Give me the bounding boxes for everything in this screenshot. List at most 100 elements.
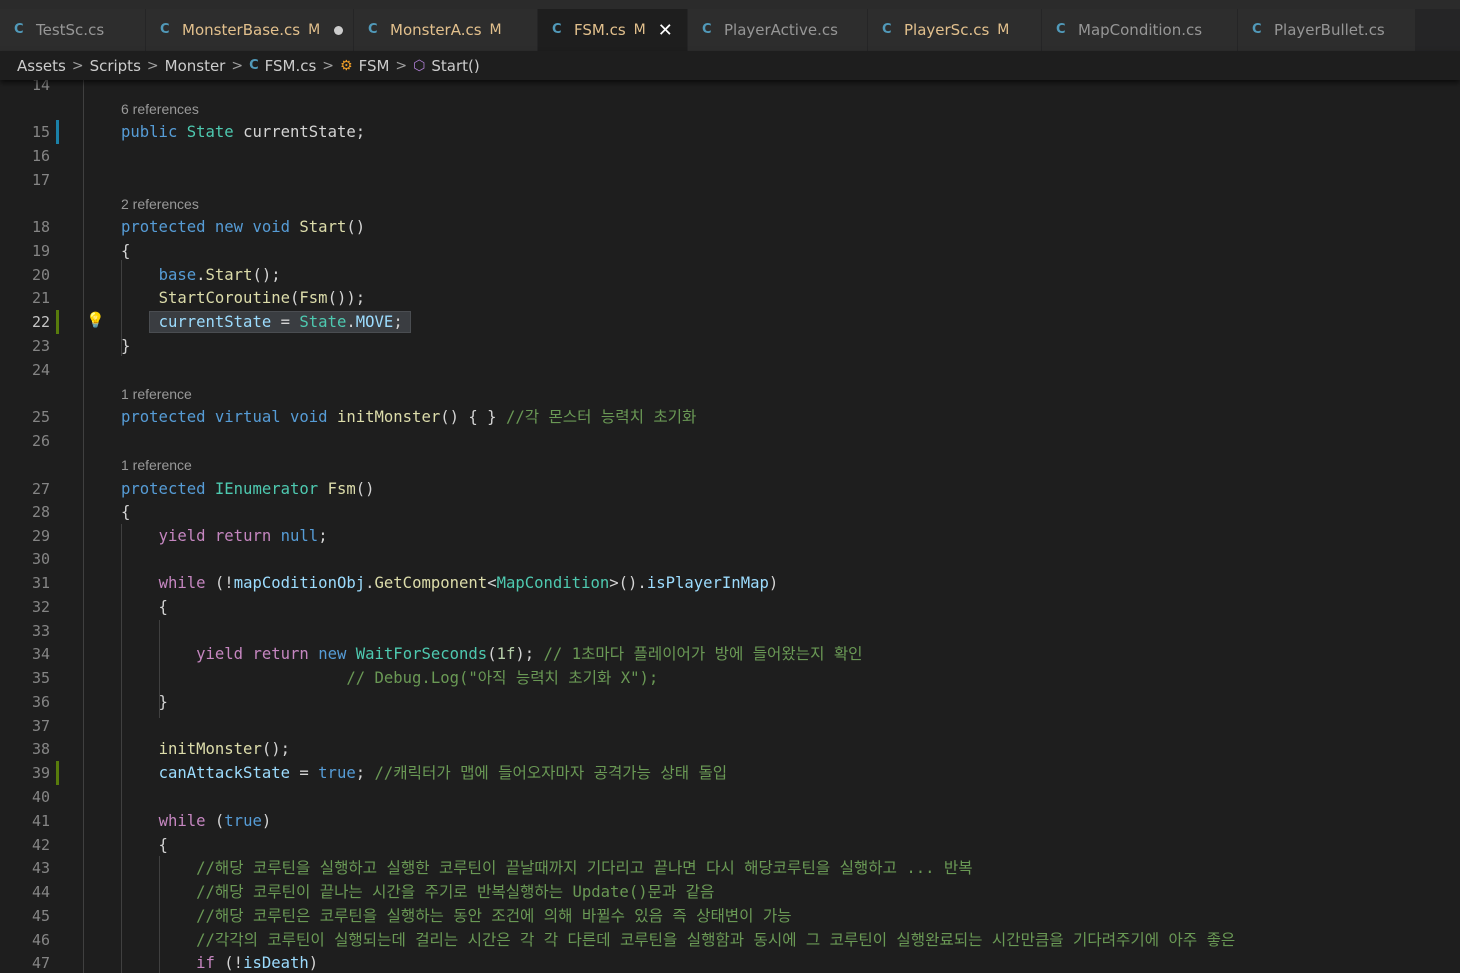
codelens-references[interactable]: 6 references	[121, 99, 199, 119]
comment-token: // 1초마다 플레이어가 방에 들어왔는지 확인	[543, 645, 863, 663]
breadcrumb-monster[interactable]: Monster	[165, 57, 226, 75]
line-number: 18	[31, 218, 50, 236]
code-line: 17	[0, 168, 1460, 192]
codelens-references[interactable]: 1 reference	[121, 455, 192, 475]
method-icon: ⬡	[413, 57, 426, 74]
punct-token	[177, 123, 186, 141]
breadcrumb-assets[interactable]: Assets	[17, 57, 66, 75]
codelens-references[interactable]: 1 reference	[121, 384, 192, 404]
punct-token: ;	[355, 764, 375, 782]
breadcrumb-scripts[interactable]: Scripts	[90, 57, 141, 75]
punct-token	[121, 859, 196, 877]
close-icon[interactable]: ✕	[658, 20, 673, 41]
csharp-icon: C	[552, 22, 562, 37]
line-number: 38	[31, 740, 50, 758]
type-token: WaitForSeconds	[355, 645, 488, 663]
code-line: 35 // Debug.Log("아직 능력치 초기화 X");	[0, 666, 1460, 690]
tab-monstera[interactable]: C MonsterA.cs M	[354, 9, 538, 51]
punct-token	[121, 527, 159, 545]
function-token: GetComponent	[374, 574, 488, 592]
code-line: 37	[0, 714, 1460, 738]
csharp-icon: C	[1252, 22, 1262, 37]
line-number: 43	[31, 859, 50, 877]
comment-token: //각 몬스터 능력치 초기화	[505, 408, 697, 426]
function-token: Start	[205, 266, 253, 284]
keyword-token: void	[290, 408, 328, 426]
line-number: 28	[31, 503, 50, 521]
line-number: 37	[31, 717, 50, 735]
function-token: Fsm	[299, 289, 328, 307]
code-line: 38 initMonster();	[0, 737, 1460, 761]
line-number: 32	[31, 598, 50, 616]
code-line: 43 //해당 코루틴을 실행하고 실행한 코루틴이 끝날때까지 기다리고 끝나…	[0, 856, 1460, 880]
code-line: 29 yield return null;	[0, 524, 1460, 548]
punct-token: () { }	[440, 408, 506, 426]
code-line-current: 22 currentState = State.MOVE;	[0, 310, 1460, 334]
code-text: while (!mapCoditionObj.GetComponent<MapC…	[121, 571, 779, 595]
class-icon: ⚙	[340, 57, 353, 74]
punct-token: <	[487, 574, 497, 592]
tab-playeractive[interactable]: C PlayerActive.cs	[688, 9, 868, 51]
code-text: if (!isDeath)	[121, 951, 318, 973]
type-token: IEnumerator	[214, 480, 319, 498]
code-line: 41 while (true)	[0, 809, 1460, 833]
line-number: 31	[31, 574, 50, 592]
line-number: 17	[31, 171, 50, 189]
variable-token: mapCoditionObj	[233, 574, 366, 592]
code-line: 42 {	[0, 833, 1460, 857]
punct-token: ;	[393, 313, 403, 331]
code-text: {	[121, 833, 168, 857]
unsaved-dot-icon[interactable]	[334, 25, 344, 35]
punct-token	[121, 883, 196, 901]
punct-token: }	[121, 693, 168, 711]
tab-playerbullet[interactable]: C PlayerBullet.cs	[1238, 9, 1416, 51]
code-editor[interactable]: 6 references 2 references 1 reference 1 …	[0, 80, 1460, 973]
punct-token	[206, 218, 215, 236]
tab-fsm[interactable]: C FSM.cs M ✕	[538, 9, 688, 51]
keyword-token: new	[214, 218, 244, 236]
punct-token: =	[290, 764, 319, 782]
code-line: 44 //해당 코루틴이 끝나는 시간을 주기로 반복실행하는 Update()…	[0, 880, 1460, 904]
punct-token: }	[121, 337, 131, 355]
tab-mapcondition[interactable]: C MapCondition.cs	[1042, 9, 1238, 51]
breadcrumb-class[interactable]: ⚙ FSM	[340, 57, 389, 75]
punct-token	[271, 527, 280, 545]
code-text: public State currentState;	[121, 120, 365, 144]
tab-label: MapCondition.cs	[1078, 21, 1203, 39]
code-text: initMonster();	[121, 737, 290, 761]
code-line: 27 protected IEnumerator Fsm()	[0, 477, 1460, 501]
keyword-token: null	[280, 527, 319, 545]
tab-testsc[interactable]: C TestSc.cs	[0, 9, 146, 51]
code-line: 28 {	[0, 500, 1460, 524]
line-number: 21	[31, 289, 50, 307]
punct-token: (	[487, 645, 497, 663]
line-number: 16	[31, 147, 50, 165]
csharp-icon: C	[1056, 22, 1066, 37]
line-number: 23	[31, 337, 50, 355]
chevron-right-icon: >	[71, 57, 84, 74]
control-token: yield	[196, 645, 244, 663]
code-line: 32 {	[0, 595, 1460, 619]
code-text: }	[121, 334, 130, 358]
csharp-icon: C	[368, 22, 378, 37]
comment-token: //각각의 코루틴이 실행되는데 걸리는 시간은 각 각 다른데 코루틴을 실행…	[196, 931, 1236, 949]
number-token: 1f	[496, 645, 516, 663]
tab-playersc[interactable]: C PlayerSc.cs M	[868, 9, 1042, 51]
breadcrumb-method[interactable]: ⬡ Start()	[413, 57, 480, 75]
line-number: 35	[31, 669, 50, 687]
codelens-references[interactable]: 2 references	[121, 194, 199, 214]
tab-monsterbase[interactable]: C MonsterBase.cs M	[146, 9, 354, 51]
punct-token	[309, 645, 318, 663]
breadcrumb-file[interactable]: C FSM.cs	[249, 57, 316, 75]
punct-token	[121, 645, 196, 663]
function-token: initMonster	[336, 408, 441, 426]
code-text: {	[121, 595, 168, 619]
csharp-icon: C	[160, 22, 170, 37]
punct-token: (	[290, 289, 300, 307]
keyword-token: public	[121, 123, 178, 141]
csharp-icon: C	[14, 22, 24, 37]
keyword-token: protected	[121, 218, 206, 236]
control-token: return	[214, 527, 272, 545]
punct-token: .	[196, 266, 206, 284]
function-token: Start	[299, 218, 347, 236]
